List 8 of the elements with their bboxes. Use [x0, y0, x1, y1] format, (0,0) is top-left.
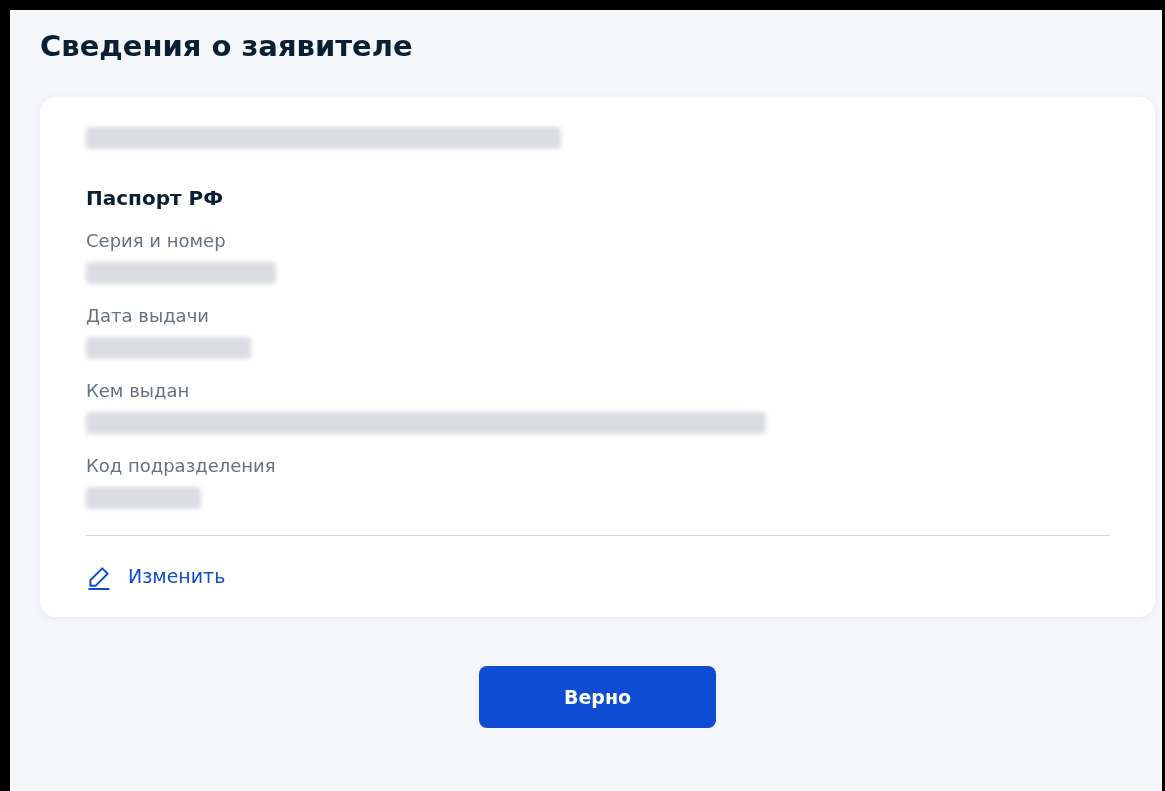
field-label: Дата выдачи — [86, 304, 210, 329]
page-title: Сведения о заявителе — [40, 28, 414, 65]
document-title: Паспорт РФ — [86, 185, 224, 213]
field-label: Кем выдан — [86, 379, 191, 404]
edit-link[interactable]: Изменить — [86, 562, 226, 591]
field-label: Код подразделения — [86, 454, 277, 479]
confirm-button[interactable]: Верно — [479, 665, 716, 728]
field-label: Серия и номер — [86, 229, 227, 254]
